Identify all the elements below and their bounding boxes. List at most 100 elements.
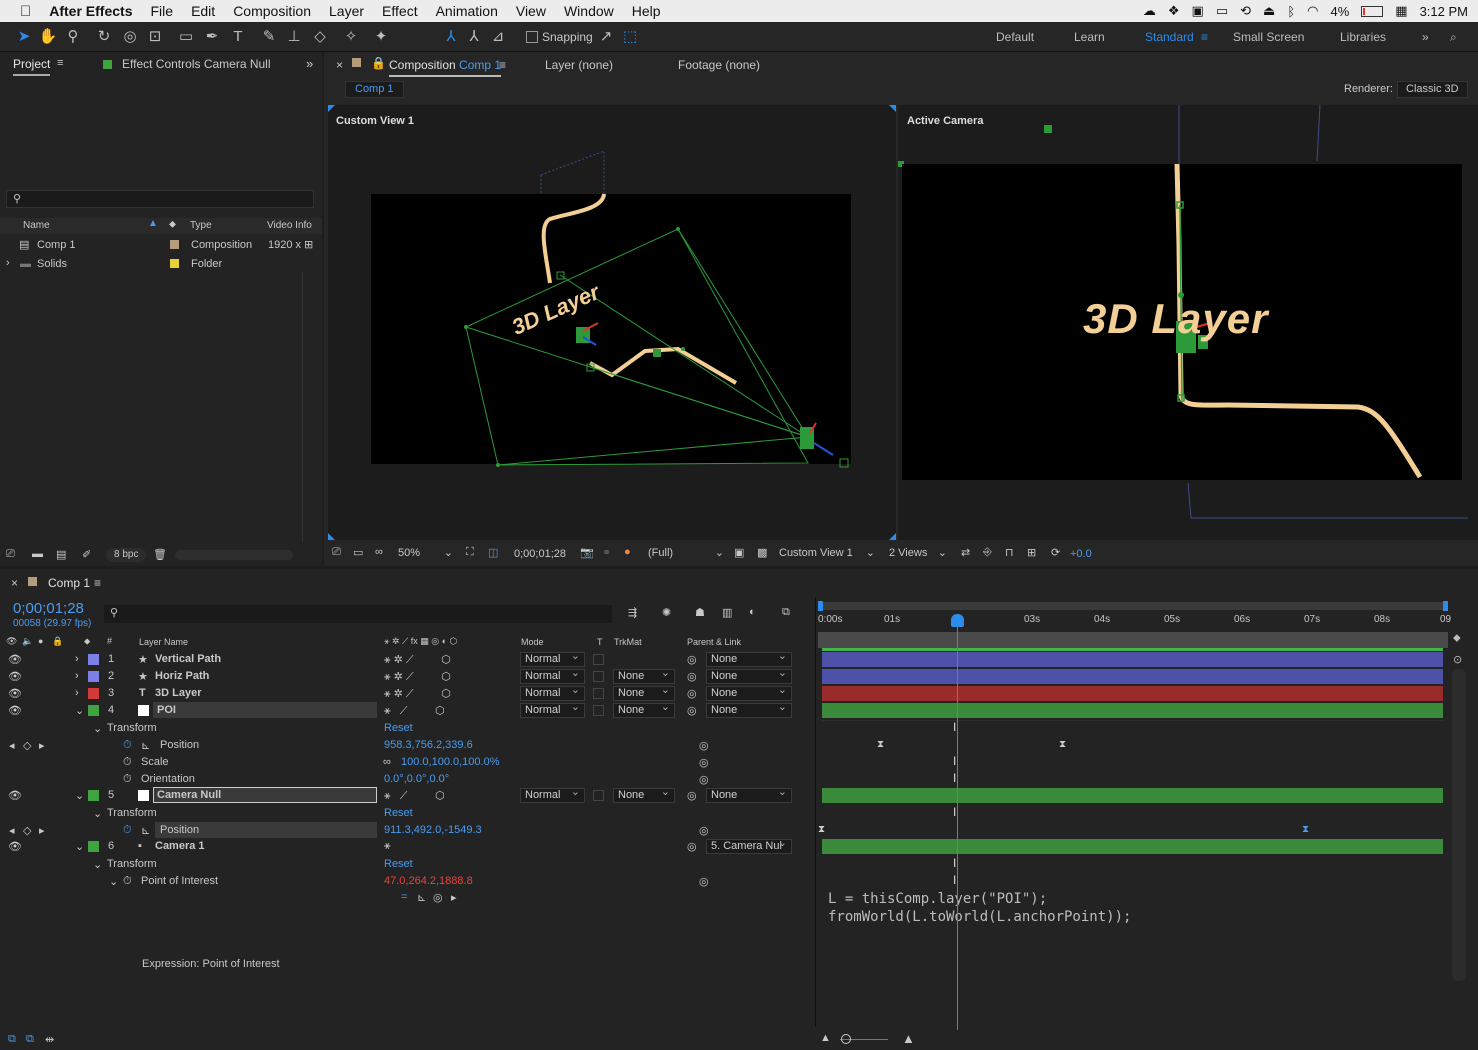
brush-tool-icon[interactable]: ✎: [259, 27, 279, 47]
col-layer-name[interactable]: Layer Name: [139, 637, 188, 647]
timeline-icon[interactable]: ⊓: [1005, 546, 1014, 559]
zoom-select[interactable]: 50% ⌄: [395, 544, 457, 562]
transfer-controls-toggle-icon[interactable]: ⧉: [26, 1033, 34, 1046]
expand-arrow-icon[interactable]: ›: [6, 257, 10, 269]
mode-select[interactable]: Normal: [520, 701, 585, 718]
enable-expression-icon[interactable]: =: [401, 891, 407, 903]
current-time-indicator[interactable]: [957, 614, 958, 1030]
expression-graph-icon[interactable]: ⊾: [417, 891, 426, 904]
prev-keyframe-icon[interactable]: ◂: [9, 739, 15, 752]
reset-link[interactable]: Reset: [384, 807, 413, 819]
property-row[interactable]: ◂ ◇ ▸ ⏱ ⊾ Position 958.3,756.2,339.6 ◎: [0, 737, 815, 754]
mask-visibility-icon[interactable]: ◫: [488, 546, 498, 559]
work-area-start[interactable]: [818, 601, 823, 611]
calendar-icon[interactable]: ▦: [1395, 3, 1407, 19]
menu-layer[interactable]: Layer: [320, 3, 373, 19]
visibility-eye-icon[interactable]: 👁: [8, 789, 22, 802]
keyframe-marker[interactable]: ⧗: [1059, 739, 1066, 750]
next-keyframe-icon[interactable]: ▸: [39, 739, 45, 752]
trash-icon[interactable]: 🗑: [153, 548, 167, 561]
shy-layers-icon[interactable]: ☗: [695, 606, 705, 619]
visibility-eye-icon[interactable]: 👁: [8, 704, 22, 717]
work-area-end[interactable]: [1443, 601, 1448, 611]
layer-name[interactable]: Camera 1: [155, 840, 205, 852]
viewer-custom-view[interactable]: Custom View 1 3D Layer: [328, 105, 896, 540]
audio-switch-icon[interactable]: 🔈: [22, 636, 33, 647]
layer-row[interactable]: 👁 › 2 ★ Horiz Path ⚹ ✲ ⟋ ⬡ Normal None ◎…: [0, 667, 815, 685]
mode-select[interactable]: Normal: [520, 786, 585, 803]
3d-glasses-icon[interactable]: ∞: [375, 546, 383, 558]
pickwhip-icon[interactable]: ◎: [687, 789, 697, 802]
workspace-default[interactable]: Default: [996, 30, 1034, 44]
property-value[interactable]: 100.0,100.0,100.0%: [401, 756, 499, 768]
col-parent[interactable]: Parent & Link: [687, 637, 741, 647]
close-tab-icon[interactable]: ×: [336, 58, 343, 72]
layer-bar-vertical-path[interactable]: [822, 652, 1443, 667]
new-folder-icon[interactable]: ▬: [32, 548, 43, 560]
col-mode[interactable]: Mode: [521, 637, 544, 647]
bluetooth-icon[interactable]: ᛒ: [1287, 4, 1295, 19]
menu-file[interactable]: File: [142, 3, 183, 19]
orbit-camera-icon[interactable]: ◎: [120, 27, 140, 47]
transparency-grid-icon[interactable]: ▩: [757, 546, 767, 559]
panel-overflow-icon[interactable]: »: [306, 56, 313, 71]
trkmat-select[interactable]: None: [613, 667, 675, 684]
battery-icon[interactable]: [1361, 5, 1384, 17]
creative-cloud-icon[interactable]: ☁: [1143, 3, 1156, 19]
collapse-arrow-icon[interactable]: ⌄: [75, 704, 84, 717]
expand-arrow-icon[interactable]: ›: [75, 687, 79, 699]
pen-tool-icon[interactable]: ✒: [202, 27, 222, 47]
keyframe-marker[interactable]: ⧗: [818, 824, 825, 835]
bit-depth-button[interactable]: 8 bpc: [106, 548, 147, 562]
collapse-arrow-icon[interactable]: ⌄: [75, 789, 84, 802]
pan-behind-icon[interactable]: ⊡: [145, 27, 165, 47]
adjust-project-icon[interactable]: ✐: [82, 548, 91, 561]
layer-bar-camera-1[interactable]: [822, 839, 1443, 854]
expression-pickwhip-icon[interactable]: ◎: [433, 891, 443, 904]
tab-layer[interactable]: Layer (none): [545, 58, 613, 72]
project-search-input[interactable]: ⚲: [6, 190, 314, 208]
layer-name[interactable]: Vertical Path: [155, 653, 221, 665]
graph-icon[interactable]: ⊾: [141, 739, 150, 752]
project-item-folder[interactable]: › ▬ Solids Folder: [0, 255, 302, 273]
interpret-footage-icon[interactable]: ⎚: [6, 548, 15, 561]
label-tag-icon[interactable]: ⬥: [169, 219, 176, 230]
col-type[interactable]: Type: [190, 220, 212, 231]
visibility-eye-icon[interactable]: 👁: [8, 670, 22, 683]
pickwhip-icon[interactable]: ◎: [687, 704, 697, 717]
preserve-transparency[interactable]: [593, 671, 604, 682]
property-row[interactable]: ⌄ ⏱ Point of Interest 47.0,264.2,1888.8 …: [0, 873, 815, 890]
layer-search-input[interactable]: ⚲: [104, 605, 612, 623]
in-out-toggle-icon[interactable]: ⇹: [45, 1033, 54, 1046]
menu-composition[interactable]: Composition: [224, 3, 320, 19]
property-row[interactable]: ⏱ Orientation 0.0°,0.0°,0.0° ◎: [0, 771, 815, 788]
stopwatch-icon[interactable]: ⏱: [123, 875, 132, 888]
layer-bar-poi[interactable]: [822, 703, 1443, 718]
expand-arrow-icon[interactable]: ›: [75, 653, 79, 665]
pickwhip-icon[interactable]: ◎: [699, 875, 709, 888]
parent-select[interactable]: None: [706, 786, 792, 803]
preserve-transparency[interactable]: [593, 654, 604, 665]
stopwatch-icon[interactable]: ⏱: [123, 824, 132, 837]
menu-help[interactable]: Help: [623, 3, 670, 19]
viewer-active-camera[interactable]: Active Camera 3D Layer: [898, 105, 1478, 540]
workspace-standard[interactable]: Standard: [1145, 30, 1194, 44]
tab-comp-timeline[interactable]: Comp 1: [48, 576, 90, 590]
expand-arrow-icon[interactable]: ›: [75, 670, 79, 682]
prev-keyframe-icon[interactable]: ◂: [9, 824, 15, 837]
pickwhip-icon[interactable]: ◎: [699, 739, 709, 752]
region-interest-icon[interactable]: ▣: [734, 546, 744, 559]
time-machine-icon[interactable]: ⟲: [1240, 3, 1251, 19]
dropbox-icon[interactable]: ❖: [1168, 3, 1180, 19]
comp-marker-icon[interactable]: ⊙: [1453, 653, 1467, 669]
layer-switches-toggle-icon[interactable]: ⧉: [8, 1033, 16, 1046]
layer-label-color[interactable]: [88, 688, 99, 699]
workspace-menu-icon[interactable]: ≡: [1201, 30, 1208, 44]
visibility-eye-icon[interactable]: 👁: [8, 687, 22, 700]
preserve-transparency[interactable]: [593, 790, 604, 801]
expression-editor[interactable]: L = thisComp.layer("POI"); fromWorld(L.t…: [820, 887, 1445, 1027]
stopwatch-icon[interactable]: ⏱: [123, 739, 132, 752]
layer-switches[interactable]: ⚹ ✲ ⟋ ⬡: [384, 687, 451, 701]
world-axis-icon[interactable]: ⅄: [464, 27, 484, 47]
layer-name[interactable]: Horiz Path: [155, 670, 209, 682]
